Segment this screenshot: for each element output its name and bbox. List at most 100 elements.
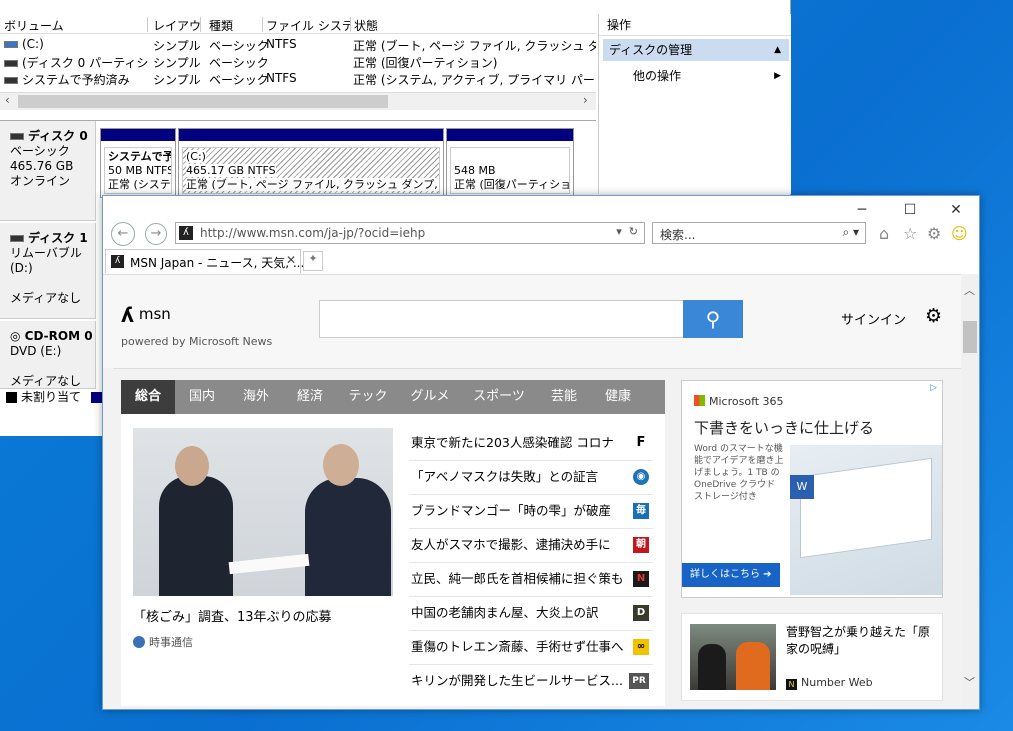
volume-row[interactable]: (C:) シンプル ベーシック NTFS 正常 (ブート, ページ ファイル, … [0,36,596,53]
news-module: 総合 国内 海外 経済 テック グルメ スポーツ 芸能 健康 「核ごみ」調査、1… [121,380,665,706]
advertisement[interactable]: ▷ Microsoft 365 下書きをいっきに仕上げる Word のスマートな… [681,380,943,598]
back-button[interactable]: ← [111,222,135,246]
headline-item[interactable]: 東京で新たに203人感染確認 コロナ F [409,426,653,461]
tab-category-entertainment[interactable]: 芸能 [537,380,591,414]
msn-settings-gear-icon[interactable]: ⚙ [925,305,942,327]
headline-item[interactable]: 重傷のトレエン斎藤、手術せず仕事へ ∞ [409,630,653,665]
action-disk-management[interactable]: ディスクの管理 ▲ [603,39,789,61]
signin-link[interactable]: サインイン [841,309,906,328]
disk-label-0[interactable]: ディスク 0 ベーシック 465.76 GB オンライン [0,121,96,221]
msn-search-input[interactable] [319,300,685,338]
volume-layout: シンプル [153,56,201,70]
photo-figure [698,644,726,690]
lead-story-caption[interactable]: 「核ごみ」調査、13年ぶりの応募 [133,606,332,625]
photo-figure [323,444,359,486]
scroll-down-icon[interactable]: ﹀ [964,674,975,690]
maximize-button[interactable]: ☐ [895,200,925,220]
volume-status: 正常 (回復パーティション) [353,56,498,70]
tab-category-world[interactable]: 海外 [229,380,283,414]
partition-body: (C:) 465.17 GB NTFS 正常 (ブート, ページ ファイル, ク… [182,147,440,194]
msn-butterfly-icon: ʎ [121,303,135,327]
volume-status: 正常 (システム, アクティブ, プライマリ パーティション) [353,73,596,87]
tab-category-general[interactable]: 総合 [121,380,175,414]
ad-brand: Microsoft 365 [694,395,784,408]
forward-button[interactable]: → [145,223,167,245]
scrollbar-thumb[interactable] [18,95,388,108]
headline-item[interactable]: ブランドマンゴー「時の雫」が破産 毎 [409,494,653,529]
volume-name: (ディスク 0 パーティション 3) [22,56,148,70]
headline-item[interactable]: 中国の老舗肉まん屋、大炎上の訳 D [409,596,653,631]
jiji-logo-icon [133,636,145,648]
legend-label: 未割り当て [21,390,82,404]
source-badge-icon: ◉ [633,469,649,485]
new-tab-button[interactable]: ✦ [303,251,323,271]
disk-type: リムーバブル (D:) [10,246,82,275]
headline-item[interactable]: 立民、純一郎氏を首相候補に担ぐ策も N [409,562,653,597]
disk-state: メディアなし [10,291,82,305]
action-more-actions[interactable]: 他の操作 ▶ [633,66,783,86]
ad-choices-icon[interactable]: ▷ [930,383,937,393]
volume-name: (C:) [22,37,44,51]
headline-item[interactable]: キリンが開発した生ビールサービス... PR [409,664,653,698]
horizontal-scrollbar[interactable]: ‹ › [0,92,596,110]
search-placeholder: 検索... [660,228,696,242]
tab-category-gourmet[interactable]: グルメ [399,380,461,414]
tab-category-domestic[interactable]: 国内 [175,380,229,414]
minimize-button[interactable]: ─ [847,200,877,220]
column-type[interactable]: 種類 [205,17,263,32]
volume-row[interactable]: システムで予約済み シンプル ベーシック NTFS 正常 (システム, アクティ… [0,70,596,87]
partition-recovery[interactable]: 548 MB 正常 (回復パーティション [446,128,574,198]
home-icon[interactable]: ⌂ [879,224,889,243]
column-status[interactable]: 状態 [350,17,596,32]
tab-category-tech[interactable]: テック [337,380,399,414]
action-pane-title: 操作 [599,14,791,36]
tab-category-economy[interactable]: 経済 [283,380,337,414]
scroll-left-icon[interactable]: ‹ [5,93,10,107]
msn-logo[interactable]: ʎ msn [121,303,171,327]
favorites-star-icon[interactable]: ☆ [903,224,917,243]
scroll-right-icon[interactable]: › [583,93,588,107]
vertical-scrollbar[interactable]: ︿ ﹀ [961,274,979,709]
address-bar[interactable]: ʎ http://www.msn.com/ja-jp/?ocid=iehp ▾ … [175,222,645,244]
address-url[interactable]: http://www.msn.com/ja-jp/?ocid=iehp [200,226,425,240]
search-box[interactable]: 検索... ⌕ ▾ [652,222,866,244]
partition-c[interactable]: (C:) 465.17 GB NTFS 正常 (ブート, ページ ファイル, ク… [178,128,444,198]
disk-label-cdrom[interactable]: ◎ CD-ROM 0 DVD (E:) メディアなし [0,321,96,389]
headline-item[interactable]: 「アベノマスクは失敗」との証言 ◉ [409,460,653,495]
feedback-smiley-icon[interactable]: ☺ [951,224,968,243]
tab-category-sports[interactable]: スポーツ [461,380,537,414]
photo-figure [175,446,209,486]
news-card-title: 菅野智之が乗り越えた「原家の呪縛」 [786,625,931,656]
column-layout[interactable]: レイアウト [149,17,201,32]
photo-document [228,553,310,575]
close-button[interactable]: ✕ [941,200,971,220]
legend-swatch-primary [90,392,102,403]
lead-story-photo[interactable] [133,428,393,596]
tab-close-icon[interactable]: ✕ [286,253,296,267]
action-label: ディスクの管理 [609,43,693,57]
news-card[interactable]: 菅野智之が乗り越えた「原家の呪縛」 N Number Web [681,613,943,701]
scrollbar-thumb[interactable] [963,321,977,353]
scroll-up-icon[interactable]: ︿ [964,282,975,298]
msn-search-button[interactable]: ⚲ [683,300,743,338]
volume-row[interactable]: (ディスク 0 パーティション 3) シンプル ベーシック 正常 (回復パーティ… [0,53,596,70]
disk-type: DVD (E:) [10,344,62,358]
settings-gear-icon[interactable]: ⚙ [927,224,941,243]
column-volume[interactable]: ボリューム [0,17,148,32]
column-filesystem[interactable]: ファイル システム [262,17,351,32]
partition-status: 正常 (回復パーティション [454,178,570,191]
disk-label-1[interactable]: ディスク 1 リムーバブル (D:) メディアなし [0,223,96,319]
search-icon[interactable]: ⌕ ▾ [842,225,859,240]
headline-item[interactable]: 友人がスマホで撮影、逮捕決め手に 朝 [409,528,653,563]
cdrom-icon: ◎ [10,329,25,343]
volume-fs: NTFS [266,37,297,51]
collapse-up-icon[interactable]: ▲ [774,39,781,61]
refresh-icon[interactable]: ▾ ↻ [616,225,638,238]
partition-system-reserved[interactable]: システムで予約 50 MB NTFS 正常 (システム [100,128,176,198]
tab-category-health[interactable]: 健康 [591,380,645,414]
ad-learn-more-button[interactable]: 詳しくはこちら ➔ [682,563,780,587]
photo-figure [305,478,391,596]
volume-type: ベーシック [209,56,269,70]
microsoft-logo-icon [694,395,705,406]
browser-tab[interactable]: ʎ MSN Japan - ニュース, 天気, ... ✕ [105,249,304,273]
